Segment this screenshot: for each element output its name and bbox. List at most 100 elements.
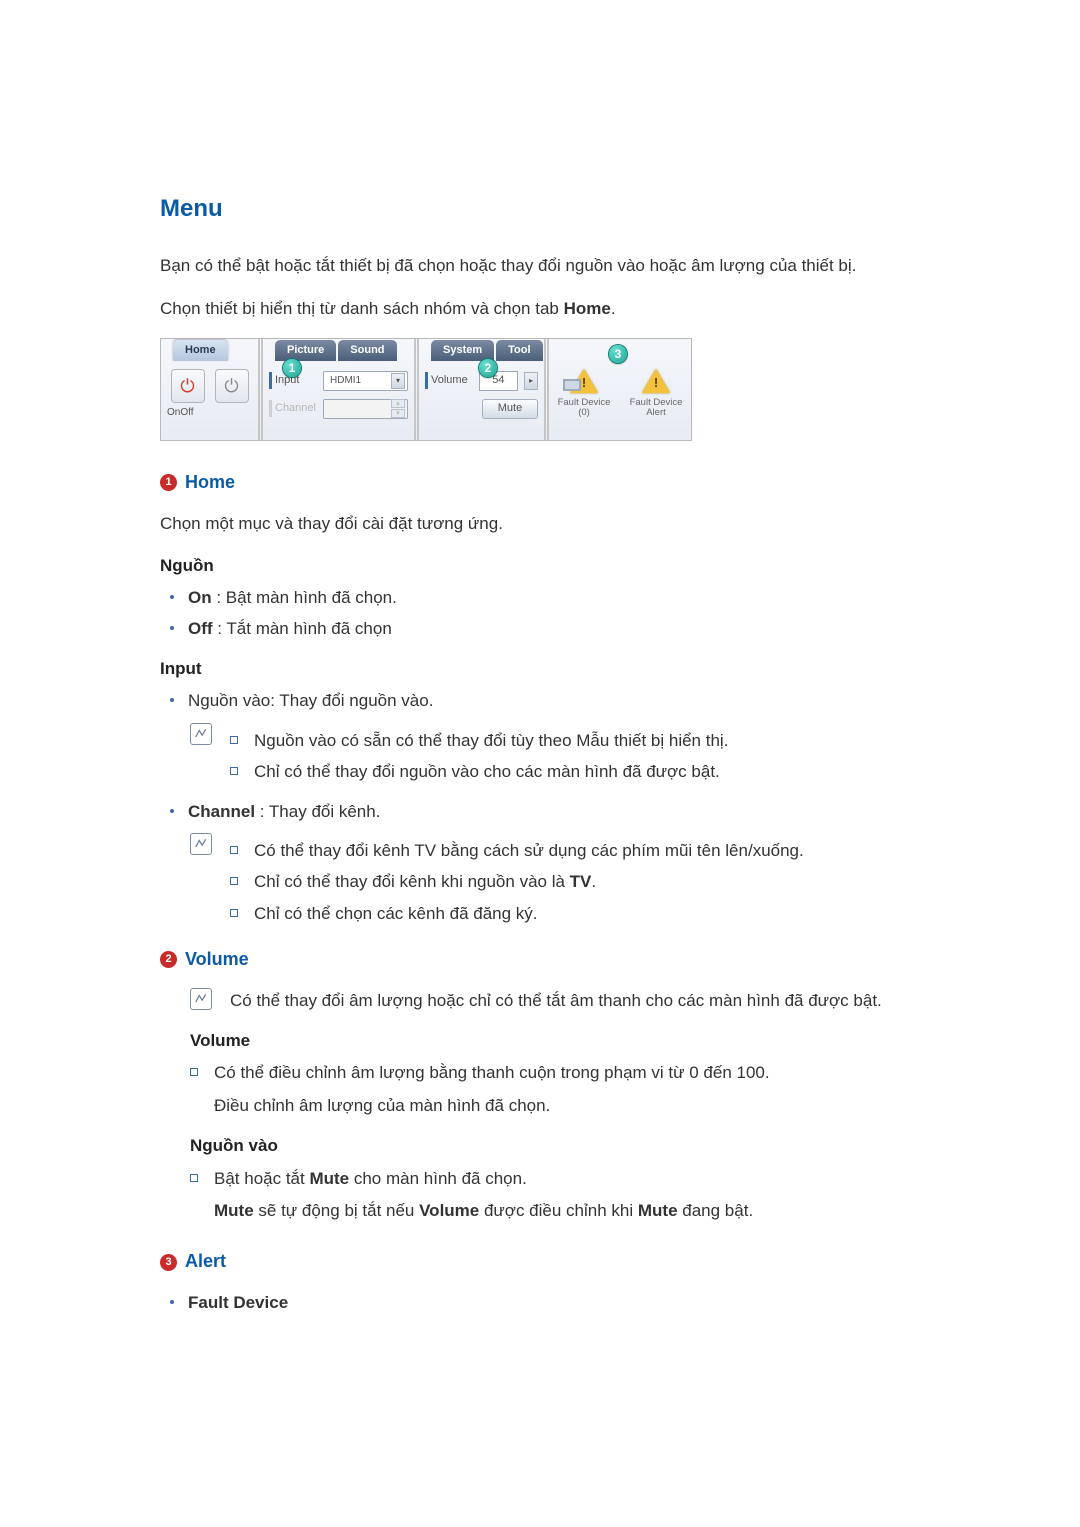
sec1-input-sublist: Nguồn vào có sẵn có thể thay đổi tùy the…	[230, 723, 728, 791]
stepper-icon: ▴▾	[391, 399, 405, 418]
fig-tab-home: Home	[173, 340, 228, 361]
key-off: Off	[188, 619, 213, 638]
fig-power-on-button: ⏻	[171, 369, 205, 403]
sec2-volume-head: Volume	[190, 1028, 920, 1054]
list-item: On : Bật màn hình đã chọn.	[188, 585, 920, 611]
sec2-src-l2e: Mute	[638, 1201, 678, 1220]
fig-label-on: On	[167, 405, 180, 421]
fig-pin-3: 3	[609, 345, 627, 363]
sec2-src-l2a: Mute	[214, 1201, 254, 1220]
power-icon: ⏻	[180, 377, 194, 395]
list-item: Chỉ có thể thay đổi kênh khi nguồn vào l…	[230, 869, 804, 895]
sec2-src-l2d: được điều chỉnh khi	[479, 1201, 638, 1220]
list-item: Có thể điều chỉnh âm lượng bằng thanh cu…	[190, 1060, 920, 1119]
intro-paragraph-1: Bạn có thể bật hoặc tắt thiết bị đã chọn…	[160, 253, 920, 279]
fig-fault-device-0: Fault Device (0)	[555, 398, 613, 419]
power-icon: ⏻	[224, 377, 238, 395]
chevron-down-icon: ▾	[391, 373, 405, 389]
sec2-src-l2b: sẽ tự động bị tắt nếu	[254, 1201, 419, 1220]
fig-tab-picture: Picture	[275, 340, 336, 361]
fig-pin-2: 2	[479, 359, 497, 377]
list-item: Bật hoặc tắt Mute cho màn hình đã chọn. …	[190, 1166, 920, 1225]
list-item: Chỉ có thể chọn các kênh đã đăng ký.	[230, 901, 804, 927]
sec3-fault-device: Fault Device	[188, 1293, 288, 1312]
intro-2a: Chọn thiết bị hiển thị từ danh sách nhóm…	[160, 299, 564, 318]
intro-2b: Home	[564, 299, 611, 318]
list-item: Nguồn vào: Thay đổi nguồn vào.	[188, 688, 920, 714]
list-item: Channel : Thay đổi kênh.	[188, 799, 920, 825]
ui-screenshot-figure: Home ⏻ ⏻ On Off Picture Sound 1 Input HD…	[160, 338, 692, 441]
list-item: Off : Tắt màn hình đã chọn	[188, 616, 920, 642]
fig-volume-label: Volume	[425, 372, 473, 389]
section-3-head: 3 Alert	[160, 1248, 920, 1276]
sec2-vol-l2: Điều chỉnh âm lượng của màn hình đã chọn…	[214, 1093, 920, 1119]
fig-input-value: HDMI1	[330, 373, 361, 389]
section-1-head: 1 Home	[160, 469, 920, 497]
sec2-src-l1a: Bật hoặc tắt	[214, 1169, 309, 1188]
sec1-input-note: Nguồn vào có sẵn có thể thay đổi tùy the…	[190, 723, 920, 791]
section-2-head: 2 Volume	[160, 946, 920, 974]
key-on: On	[188, 588, 212, 607]
sec1-channel-sublist: Có thể thay đổi kênh TV bằng cách sử dụn…	[230, 833, 804, 932]
fig-channel-combo: ▴▾	[323, 399, 408, 419]
fig-pin-1: 1	[283, 359, 301, 377]
ch-note2c: .	[591, 872, 596, 891]
note-icon	[190, 723, 212, 745]
fig-input-zone: Picture Sound 1 Input HDMI1 ▾ Channel ▴▾	[263, 339, 419, 440]
section-number-2: 2	[160, 951, 177, 968]
intro-2c: .	[611, 299, 616, 318]
section-title-volume: Volume	[185, 946, 249, 974]
sec2-top-note-text: Có thể thay đổi âm lượng hoặc chỉ có thể…	[230, 988, 882, 1014]
sec2-src-head: Nguồn vào	[190, 1133, 920, 1159]
sec2-src-l1c: cho màn hình đã chọn.	[349, 1169, 527, 1188]
intro-paragraph-2: Chọn thiết bị hiển thị từ danh sách nhóm…	[160, 296, 920, 322]
list-item: Chỉ có thể thay đổi nguồn vào cho các mà…	[230, 759, 728, 785]
list-item: Fault Device	[188, 1290, 920, 1316]
section-number-1: 1	[160, 474, 177, 491]
sec2-top-note: Có thể thay đổi âm lượng hoặc chỉ có thể…	[190, 988, 920, 1014]
section-title-alert: Alert	[185, 1248, 226, 1276]
note-icon	[190, 988, 212, 1010]
sec2-src-list: Bật hoặc tắt Mute cho màn hình đã chọn. …	[190, 1166, 920, 1225]
sec2-src-l2f: đang bật.	[678, 1201, 754, 1220]
fig-power-off-button: ⏻	[215, 369, 249, 403]
fig-fault-device-alert: Fault Device Alert	[627, 398, 685, 419]
warning-icon: !	[639, 367, 673, 395]
sec2-volume-list: Có thể điều chỉnh âm lượng bằng thanh cu…	[190, 1060, 920, 1119]
chevron-right-icon: ▸	[524, 372, 538, 390]
fig-tab-tool: Tool	[496, 340, 542, 361]
sec1-channel-note: Có thể thay đổi kênh TV bằng cách sử dụn…	[190, 833, 920, 932]
fig-input-combo: HDMI1 ▾	[323, 371, 408, 391]
ch-note2b: TV	[570, 872, 592, 891]
key-channel: Channel	[188, 802, 255, 821]
sec2-src-l2c: Volume	[419, 1201, 479, 1220]
sec3-list: Fault Device	[160, 1290, 920, 1316]
sec2-src-l2: Mute sẽ tự động bị tắt nếu Volume được đ…	[214, 1198, 920, 1224]
section-number-3: 3	[160, 1254, 177, 1271]
fig-mute-button: Mute	[482, 399, 538, 419]
fig-alert-zone: 3 ! Fault Device (0) ! Fault Device Aler…	[549, 339, 691, 440]
section-title-home: Home	[185, 469, 235, 497]
sec1-desc: Chọn một mục và thay đổi cài đặt tương ứ…	[160, 511, 920, 537]
list-item: Có thể thay đổi kênh TV bằng cách sử dụn…	[230, 838, 804, 864]
fig-channel-label: Channel	[269, 400, 317, 417]
ch-note2a: Chỉ có thể thay đổi kênh khi nguồn vào l…	[254, 872, 570, 891]
sec2-src-l1b: Mute	[309, 1169, 349, 1188]
fig-tab-sound: Sound	[338, 340, 396, 361]
sec1-source-list: On : Bật màn hình đã chọn. Off : Tắt màn…	[160, 585, 920, 642]
warning-icon: !	[567, 367, 601, 395]
sec1-channel-list: Channel : Thay đổi kênh.	[160, 799, 920, 825]
list-item: Nguồn vào có sẵn có thể thay đổi tùy the…	[230, 728, 728, 754]
val-on: : Bật màn hình đã chọn.	[212, 588, 397, 607]
note-icon	[190, 833, 212, 855]
fig-label-off: Off	[180, 405, 193, 421]
sec1-input-list: Nguồn vào: Thay đổi nguồn vào.	[160, 688, 920, 714]
sec1-source-head: Nguồn	[160, 553, 920, 579]
page-title: Menu	[160, 190, 920, 227]
sec2-vol-l1: Có thể điều chỉnh âm lượng bằng thanh cu…	[214, 1063, 770, 1082]
sec1-input-head: Input	[160, 656, 920, 682]
val-off: : Tắt màn hình đã chọn	[213, 619, 392, 638]
fig-power-zone: Home ⏻ ⏻ On Off	[161, 339, 263, 440]
val-channel: : Thay đổi kênh.	[255, 802, 380, 821]
fig-volume-zone: System Tool 2 Volume 54 ▸ Mute	[419, 339, 549, 440]
